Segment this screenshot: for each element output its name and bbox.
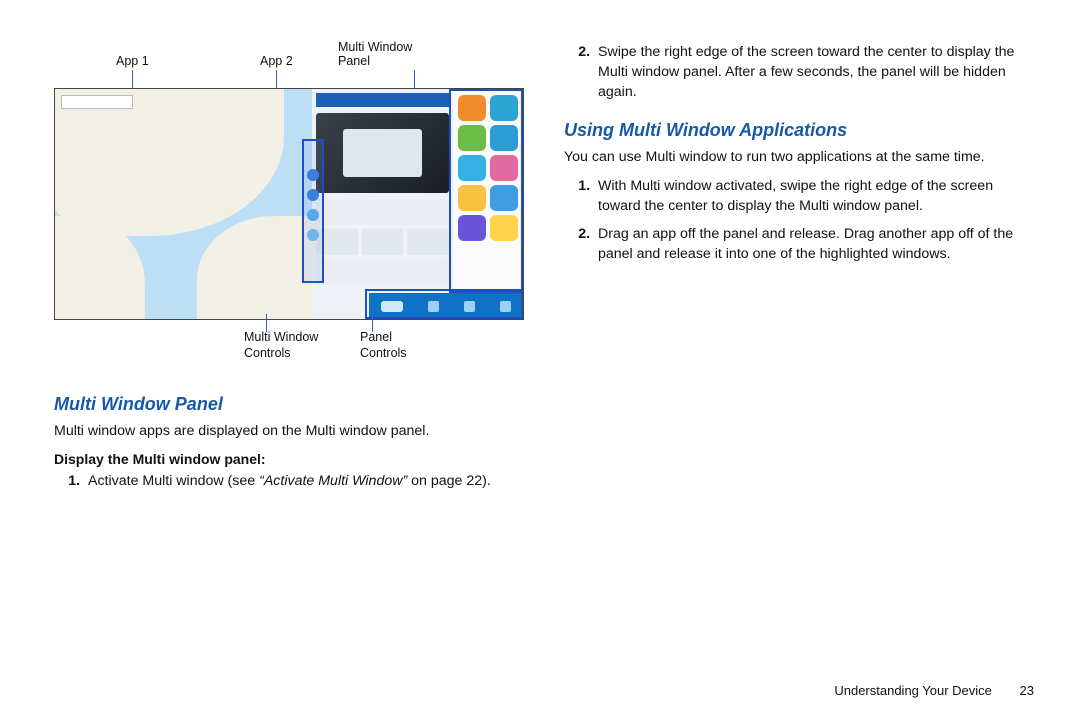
using-mw-steps: With Multi window activated, swipe the r…	[564, 176, 1034, 265]
callout-mw-controls-l2: Controls	[244, 346, 291, 360]
display-panel-step-1: Activate Multi window (see “Activate Mul…	[84, 471, 524, 491]
callout-mw-controls-l1: Multi Window	[244, 330, 318, 344]
callout-mw-controls: Multi Window Controls	[244, 330, 318, 361]
right-column: Swipe the right edge of the screen towar…	[564, 40, 1034, 700]
leader-app1	[132, 70, 133, 88]
using-mw-step-2: Drag an app off the panel and release. D…	[594, 224, 1034, 264]
callout-panel-controls: Panel Controls	[360, 330, 407, 361]
display-panel-steps: Activate Multi window (see “Activate Mul…	[54, 471, 524, 491]
heading-multi-window-panel: Multi Window Panel	[54, 394, 524, 415]
footer-page-number: 23	[1020, 683, 1034, 698]
highlight-panel	[449, 89, 523, 293]
footer-section: Understanding Your Device	[834, 683, 992, 698]
heading-using-mw-apps: Using Multi Window Applications	[564, 120, 1034, 141]
diagram-top-callouts: App 1 App 2 Multi Window Panel	[54, 40, 524, 80]
multiwindow-diagram	[54, 88, 524, 320]
display-panel-steps-cont: Swipe the right edge of the screen towar…	[564, 42, 1034, 102]
left-column: App 1 App 2 Multi Window Panel	[54, 40, 524, 700]
leader-app2	[276, 70, 277, 88]
callout-mw-panel-line2: Panel	[338, 54, 370, 69]
diagram-bottom-callouts: Multi Window Controls Panel Controls	[54, 320, 524, 376]
diagram-multiwindow-controls	[302, 139, 324, 283]
using-mw-intro: You can use Multi window to run two appl…	[564, 147, 1034, 167]
diagram-app2-region	[312, 89, 452, 319]
callout-app2: App 2	[260, 54, 293, 69]
callout-mw-panel-line1: Multi Window	[338, 40, 412, 55]
callout-panel-controls-l2: Controls	[360, 346, 407, 360]
leader-panel	[414, 70, 415, 88]
mw-panel-intro: Multi window apps are displayed on the M…	[54, 421, 524, 441]
step1-pre: Activate Multi window (see	[88, 473, 259, 489]
callout-panel-controls-l1: Panel	[360, 330, 392, 344]
page-footer: Understanding Your Device 23	[834, 683, 1034, 698]
display-panel-step-2: Swipe the right edge of the screen towar…	[594, 42, 1034, 102]
using-mw-step-1: With Multi window activated, swipe the r…	[594, 176, 1034, 216]
subhead-display-panel: Display the Multi window panel:	[54, 451, 524, 467]
map-search-bar	[61, 95, 133, 109]
callout-app1: App 1	[116, 54, 149, 69]
diagram-app1-region	[55, 89, 312, 319]
step1-reference: “Activate Multi Window”	[259, 473, 407, 489]
highlight-panel-controls	[365, 289, 523, 319]
step1-post: on page 22).	[407, 473, 491, 489]
